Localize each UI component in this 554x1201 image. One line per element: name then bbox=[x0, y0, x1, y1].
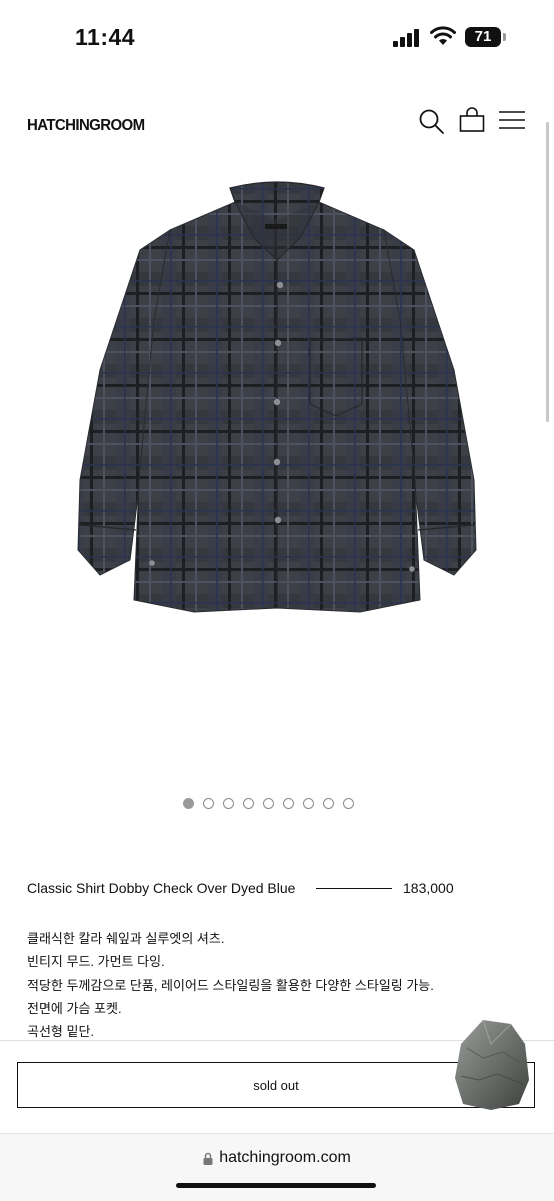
carousel-dot[interactable] bbox=[223, 798, 234, 809]
carousel-dot[interactable] bbox=[283, 798, 294, 809]
cellular-signal-icon bbox=[393, 29, 419, 47]
carousel-dot[interactable] bbox=[323, 798, 334, 809]
description-line: 적당한 두께감으로 단품, 레이어드 스타일링을 활용한 다양한 스타일링 가능… bbox=[27, 977, 434, 993]
carousel-dot[interactable] bbox=[303, 798, 314, 809]
carousel-dots bbox=[183, 798, 354, 809]
carousel-dot[interactable] bbox=[343, 798, 354, 809]
product-title: Classic Shirt Dobby Check Over Dyed Blue bbox=[27, 880, 296, 896]
title-divider bbox=[316, 888, 392, 889]
bag-icon[interactable] bbox=[457, 106, 487, 136]
browser-toolbar bbox=[0, 1133, 554, 1201]
carousel-dot[interactable] bbox=[263, 798, 274, 809]
lock-icon bbox=[203, 1152, 213, 1165]
wifi-icon bbox=[430, 26, 456, 45]
battery-tip bbox=[503, 33, 506, 41]
description-line: 클래식한 칼라 쉐잎과 실루엣의 셔츠. bbox=[27, 931, 225, 946]
carousel-dot[interactable] bbox=[243, 798, 254, 809]
home-indicator[interactable] bbox=[176, 1183, 376, 1188]
carousel-dot[interactable] bbox=[203, 798, 214, 809]
status-bar: 11:44 71 bbox=[0, 0, 554, 76]
product-description: 클래식한 칼라 쉐잎과 실루엣의 셔츠. 빈티지 무드. 가먼트 다잉. 적당한… bbox=[27, 927, 434, 1043]
description-line: 전면에 가슴 포켓. bbox=[27, 1000, 122, 1016]
menu-icon[interactable] bbox=[497, 106, 527, 136]
product-price: 183,000 bbox=[403, 880, 454, 896]
status-time: 11:44 bbox=[75, 24, 136, 50]
carousel-dot[interactable] bbox=[183, 798, 194, 809]
description-line: 빈티지 무드. 가먼트 다잉. bbox=[27, 954, 165, 970]
url-text: hatchingroom.com bbox=[219, 1149, 351, 1166]
brand-logo[interactable]: HATCHINGROOM bbox=[27, 117, 145, 135]
battery-level: 71 bbox=[474, 28, 492, 45]
search-icon[interactable] bbox=[416, 106, 446, 136]
product-image[interactable] bbox=[70, 180, 484, 620]
sold-out-label: sold out bbox=[253, 1077, 299, 1093]
scroll-indicator[interactable] bbox=[546, 122, 549, 422]
rock-icon[interactable] bbox=[453, 1018, 531, 1112]
address-bar[interactable]: hatchingroom.com bbox=[0, 1149, 554, 1167]
battery-icon: 71 bbox=[465, 27, 501, 47]
